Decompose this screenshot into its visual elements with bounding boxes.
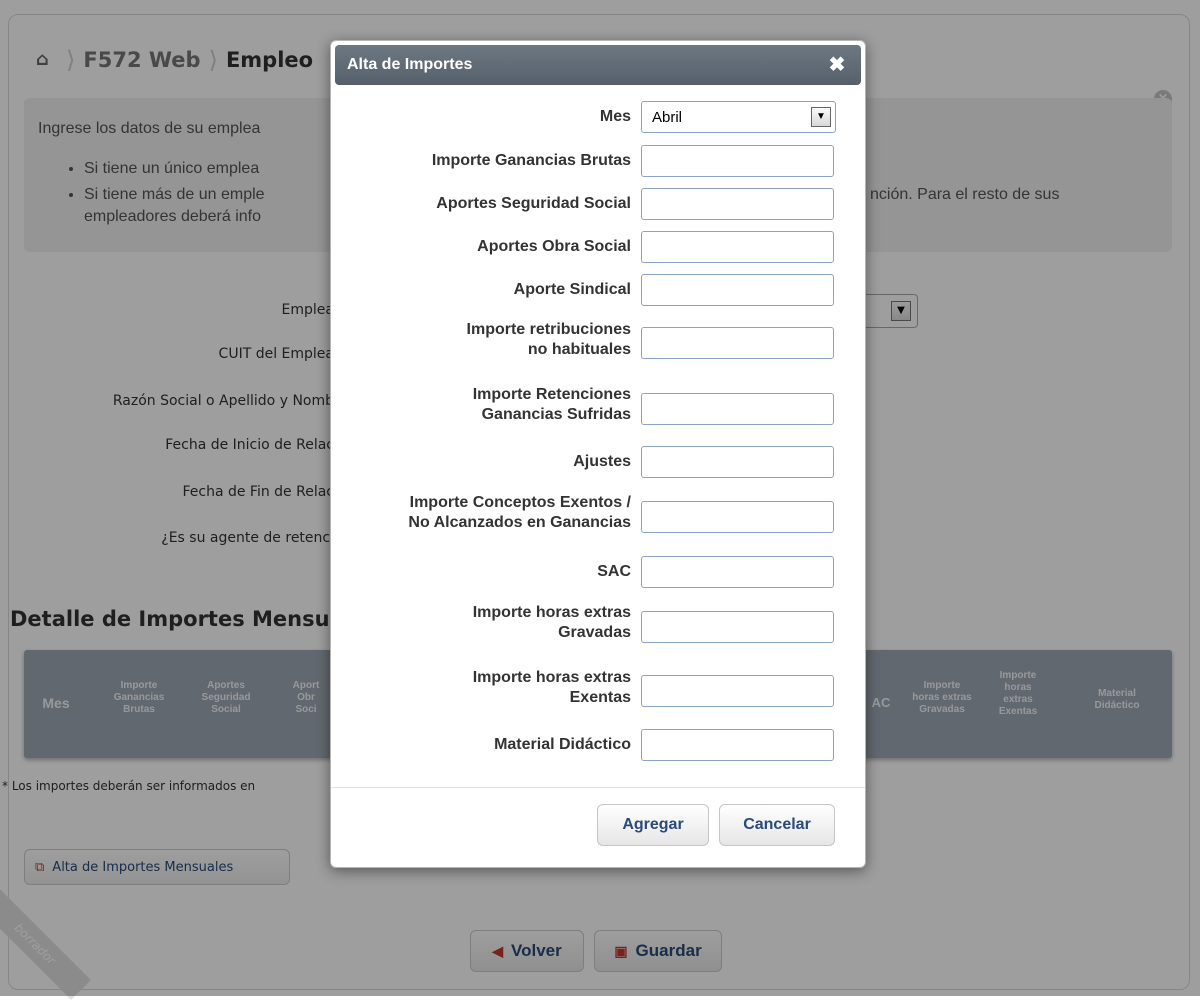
hs-gravadas-input[interactable]	[641, 611, 834, 643]
label-conceptos-exentos: Importe Conceptos Exentos / No Alcanzado…	[331, 493, 631, 533]
ajustes-input[interactable]	[641, 446, 834, 478]
label-ganancias-brutas: Importe Ganancias Brutas	[431, 152, 631, 169]
material-input[interactable]	[641, 729, 834, 761]
ganancias-brutas-input[interactable]	[641, 145, 834, 177]
seguridad-social-input[interactable]	[641, 188, 834, 220]
alta-importes-dialog: Alta de Importes ✖ Mes Abril ▼ Importe G…	[330, 40, 866, 868]
label-retenciones-1: Importe Retenciones	[472, 386, 631, 403]
label-obra-social: Aportes Obra Social	[477, 238, 631, 255]
label-mes: Mes	[599, 108, 631, 125]
label-hs-gravadas-2: Gravadas	[558, 624, 631, 641]
label-hs-gravadas: Importe horas extras Gravadas	[331, 603, 631, 643]
label-material: Material Didáctico	[494, 736, 631, 753]
agregar-button[interactable]: Agregar	[597, 804, 709, 846]
label-retenciones: Importe Retenciones Ganancias Sufridas	[331, 385, 631, 425]
label-no-habituales: Importe retribuciones no habituales	[331, 320, 631, 360]
dialog-titlebar: Alta de Importes ✖	[335, 45, 861, 85]
label-hs-gravadas-1: Importe horas extras	[472, 604, 631, 621]
dialog-title: Alta de Importes	[347, 56, 473, 73]
sindical-input[interactable]	[641, 274, 834, 306]
label-no-habituales-2: no habituales	[527, 341, 631, 358]
label-no-habituales-1: Importe retribuciones	[466, 321, 631, 338]
label-sindical: Aporte Sindical	[513, 281, 631, 298]
label-retenciones-2: Ganancias Sufridas	[481, 406, 631, 423]
label-hs-exentas-1: Importe horas extras	[472, 669, 631, 686]
label-seguridad-social: Aportes Seguridad Social	[436, 195, 631, 212]
label-conceptos-exentos-1: Importe Conceptos Exentos /	[409, 494, 631, 511]
obra-social-input[interactable]	[641, 231, 834, 263]
cancelar-button[interactable]: Cancelar	[719, 804, 835, 846]
label-conceptos-exentos-2: No Alcanzados en Ganancias	[408, 514, 631, 531]
label-hs-exentas-2: Exentas	[569, 689, 631, 706]
mes-select[interactable]: Abril ▼	[641, 101, 836, 133]
mes-selected-value: Abril	[652, 108, 683, 126]
label-ajustes: Ajustes	[573, 453, 631, 470]
sac-input[interactable]	[641, 556, 834, 588]
label-hs-exentas: Importe horas extras Exentas	[331, 668, 631, 708]
retenciones-input[interactable]	[641, 393, 834, 425]
close-icon[interactable]: ✖	[825, 53, 849, 77]
dialog-divider	[331, 787, 865, 788]
chevron-down-icon: ▼	[811, 107, 831, 127]
conceptos-exentos-input[interactable]	[641, 501, 834, 533]
hs-exentas-input[interactable]	[641, 675, 834, 707]
label-sac: SAC	[597, 563, 631, 580]
no-habituales-input[interactable]	[641, 327, 834, 359]
